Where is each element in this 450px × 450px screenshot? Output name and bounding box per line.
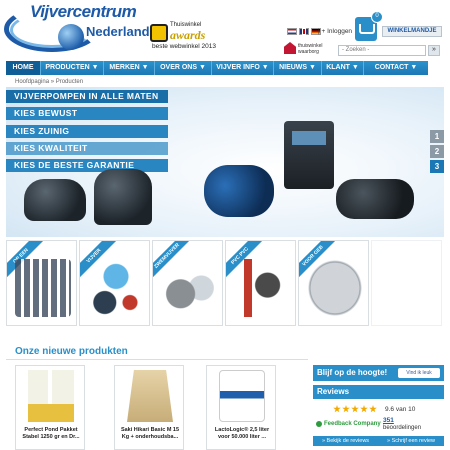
divider <box>6 359 308 360</box>
view-reviews-link[interactable]: » Bekijk de reviews <box>322 436 369 446</box>
thuiswinkel-award-badge[interactable]: Thuiswinkel awards beste webwinkel 2013 <box>150 22 220 52</box>
nav-over-ons[interactable]: OVER ONS ▼ <box>155 61 212 75</box>
hero-tagline-3: KIES KWALITEIT <box>6 142 168 155</box>
category-tile[interactable]: ZWEMVIJVER <box>152 240 223 326</box>
product-card[interactable]: LactoLogic® 2,5 liter voor 50.000 liter … <box>206 365 276 450</box>
nav-merken[interactable]: MERKEN ▼ <box>104 61 155 75</box>
slide-dot-1[interactable]: 1 <box>430 130 444 143</box>
login-plus-icon: + <box>321 28 326 35</box>
nav-vijver-info[interactable]: VIJVER INFO ▼ <box>212 61 274 75</box>
award-caption: beste webwinkel 2013 <box>152 43 216 50</box>
flag-en-icon[interactable] <box>299 28 309 35</box>
product-image <box>219 370 265 422</box>
star-icon <box>333 405 341 413</box>
pump-image <box>336 179 414 219</box>
star-icon <box>369 405 377 413</box>
write-review-link[interactable]: » Schrijf een review <box>387 436 435 446</box>
feedback-company-logo[interactable]: Feedback Company <box>324 421 381 427</box>
category-tile[interactable]: PVC PVC <box>225 240 296 326</box>
login-link[interactable]: | + Inloggen <box>318 28 352 35</box>
login-label: Inloggen <box>327 28 353 35</box>
facebook-like-button[interactable]: Vind ik leuk <box>398 368 440 378</box>
waarborg-line2: waarborg <box>298 49 319 55</box>
pump-image <box>94 169 152 225</box>
star-icon <box>351 405 359 413</box>
reviews-heading: Reviews <box>313 385 444 399</box>
search-input[interactable]: - Zoeken - <box>338 45 426 56</box>
product-name: Perfect Pond Pakket Stabel 1250 gr en Dr… <box>22 427 80 440</box>
category-tile[interactable]: VOOR GEB <box>298 240 369 326</box>
cart-button[interactable]: WINKELMANDJE <box>382 26 442 37</box>
category-tile-empty <box>371 240 442 326</box>
language-switcher <box>287 28 321 36</box>
search-button[interactable]: » <box>428 45 440 56</box>
nav-producten[interactable]: PRODUCTEN ▼ <box>41 61 104 75</box>
category-tiles: OP EEN VIJVER ZWEMVIJVER PVC PVC VOOR GE… <box>6 240 444 328</box>
flag-nl-icon[interactable] <box>287 28 297 35</box>
award-label-big: awards <box>170 28 206 42</box>
nav-home[interactable]: HOME <box>6 61 41 75</box>
main-nav: HOME PRODUCTEN ▼ MERKEN ▼ OVER ONS ▼ VIJ… <box>6 61 428 75</box>
thuiswinkel-waarborg-badge[interactable]: thuiswinkel waarborg <box>284 42 334 56</box>
category-image <box>307 259 363 317</box>
house-icon <box>284 42 296 54</box>
star-icon <box>342 405 350 413</box>
pump-controller-image <box>284 121 334 189</box>
waarborg-text: thuiswinkel waarborg <box>298 43 322 55</box>
rating-score: 9.6 van 10 <box>385 406 416 413</box>
site-logo[interactable]: Vijvercentrum Nederland <box>4 2 150 54</box>
category-tile[interactable]: VIJVER <box>79 240 150 326</box>
hero-tagline-2: KIES ZUINIG <box>6 125 168 138</box>
star-icon <box>360 405 368 413</box>
feedback-company-icon <box>316 421 322 427</box>
rating-stars <box>333 405 377 413</box>
product-name: LactoLogic® 2,5 liter voor 50.000 liter … <box>214 427 270 440</box>
review-count-link[interactable]: 351 <box>383 417 394 424</box>
category-tile[interactable]: OP EEN <box>6 240 77 326</box>
category-image <box>234 259 290 317</box>
review-links-bar: » Bekijk de reviews » Schrijf een review <box>313 436 444 446</box>
nav-contact[interactable]: CONTACT ▼ <box>364 61 428 75</box>
category-image <box>88 259 144 317</box>
globe-icon <box>58 24 84 50</box>
logo-title: Vijvercentrum <box>30 2 137 21</box>
pump-image <box>204 165 274 217</box>
nav-nieuws[interactable]: NIEUWS ▼ <box>274 61 322 75</box>
category-image <box>161 259 217 317</box>
cart-count-badge: 0 <box>371 11 383 23</box>
award-icon <box>150 24 168 42</box>
slide-dot-2[interactable]: 2 <box>430 145 444 158</box>
product-card[interactable]: Saki Hikari Basic M 15 Kg + onderhoudsba… <box>114 365 184 450</box>
hero-slider[interactable]: VIJVERPOMPEN IN ALLE MATEN KIES BEWUST K… <box>6 87 444 237</box>
hero-tagline-4: KIES DE BESTE GARANTIE <box>6 159 168 172</box>
logo-subtitle: Nederland <box>86 24 150 39</box>
product-name: Saki Hikari Basic M 15 Kg + onderhoudsba… <box>120 427 180 440</box>
product-image <box>28 370 74 422</box>
slide-dot-3[interactable]: 3 <box>430 160 444 173</box>
product-card[interactable]: Perfect Pond Pakket Stabel 1250 gr en Dr… <box>15 365 85 450</box>
product-image <box>127 370 173 422</box>
breadcrumb[interactable]: Hoofdpagina » Producten <box>15 79 83 85</box>
controller-display <box>292 131 326 145</box>
review-count-label: beoordelingen <box>383 425 422 431</box>
hero-tagline-1: KIES BEWUST <box>6 107 168 120</box>
new-products-heading: Onze nieuwe produkten <box>15 346 128 357</box>
nav-klant[interactable]: KLANT ▼ <box>322 61 364 75</box>
hero-headline: VIJVERPOMPEN IN ALLE MATEN <box>6 90 168 103</box>
category-image <box>15 259 71 317</box>
pump-image <box>24 179 86 221</box>
